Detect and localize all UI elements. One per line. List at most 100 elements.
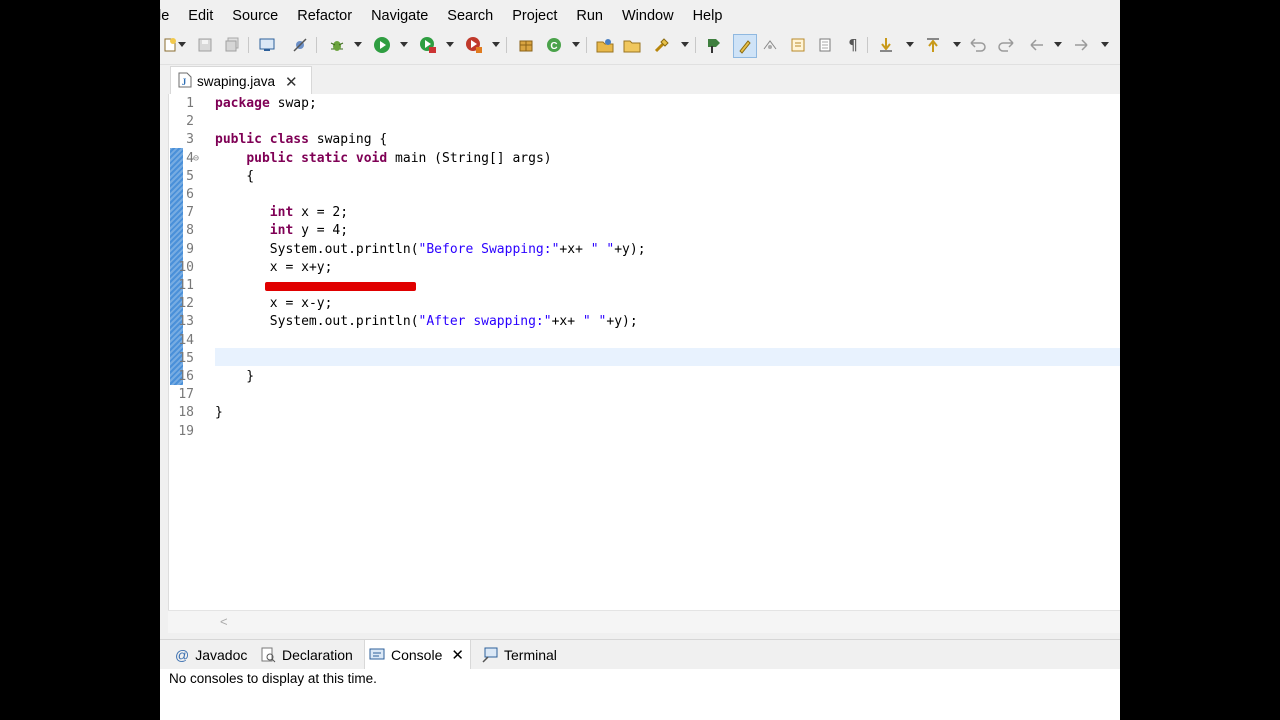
menu-search[interactable]: Search	[447, 8, 493, 24]
editor-tab-bar: J swaping.java ✕	[160, 64, 1120, 96]
code-line[interactable]: 7 int x = 2;	[169, 204, 1120, 222]
forward-icon[interactable]	[1072, 35, 1092, 55]
code-text: }	[215, 405, 223, 421]
run-icon[interactable]	[372, 35, 392, 55]
external-tools-dropdown-icon[interactable]	[492, 42, 500, 47]
code-line[interactable]: 19	[169, 423, 1120, 441]
last-edit-location-icon[interactable]	[968, 35, 988, 55]
mark-occurrences-icon[interactable]	[733, 34, 757, 58]
editor-tab-label: swaping.java	[197, 74, 276, 89]
forward-history-icon[interactable]	[996, 35, 1016, 55]
tab-console[interactable]: Console ✕	[364, 640, 471, 670]
code-line[interactable]: 10 x = x+y;	[169, 259, 1120, 277]
open-task-icon[interactable]	[622, 35, 642, 55]
previous-annotation-dropdown-icon[interactable]	[953, 42, 961, 47]
code-line[interactable]: 12 x = x-y;	[169, 295, 1120, 313]
code-text: int x = 2;	[269, 205, 349, 221]
line-number: 1	[186, 96, 194, 111]
line-number: 4	[186, 150, 194, 166]
new-java-class-icon[interactable]: C	[545, 35, 565, 55]
toggle-breadcrumb-icon[interactable]	[704, 35, 724, 55]
tab-terminal[interactable]: Terminal	[482, 640, 557, 670]
tab-declaration-label: Declaration	[282, 647, 353, 663]
skip-breakpoints-icon[interactable]	[290, 35, 310, 55]
menu-help[interactable]: Help	[693, 8, 723, 24]
menu-navigate[interactable]: Navigate	[371, 8, 428, 24]
toolbar-separator	[586, 37, 587, 53]
code-line[interactable]: 18}	[169, 404, 1120, 422]
code-line[interactable]: 5 {	[169, 168, 1120, 186]
forward-dropdown-icon[interactable]	[1101, 42, 1109, 47]
code-line[interactable]: 4 ⊖ public static void main (String[] arg…	[169, 150, 1120, 168]
back-dropdown-icon[interactable]	[1054, 42, 1062, 47]
horizontal-scrollbar[interactable]: <	[168, 610, 1120, 633]
scroll-left-icon[interactable]: <	[220, 614, 228, 629]
new-class-dropdown-icon[interactable]	[572, 42, 580, 47]
line-number: 16	[178, 369, 194, 384]
code-line[interactable]: 16 }	[169, 368, 1120, 386]
code-line[interactable]: 3 public class swaping {	[169, 131, 1120, 149]
previous-annotation-icon[interactable]	[924, 35, 944, 55]
code-editor[interactable]: 1 package swap; 2 3 public class swaping { 4 ⊖…	[168, 94, 1120, 610]
debug-icon[interactable]	[327, 35, 347, 55]
menu-refactor[interactable]: Refactor	[297, 8, 352, 24]
menu-file[interactable]: le	[160, 8, 169, 24]
code-line[interactable]: 9 System.out.println("Before Swapping:"+…	[169, 241, 1120, 259]
code-text: public class swaping {	[215, 132, 388, 148]
tab-javadoc[interactable]: @ Javadoc	[175, 640, 247, 670]
search-icon[interactable]	[652, 35, 672, 55]
code-line[interactable]: 15	[169, 350, 1120, 368]
code-line[interactable]: 2	[169, 113, 1120, 131]
line-number: 13	[178, 314, 194, 330]
next-annotation-dropdown-icon[interactable]	[906, 42, 914, 47]
fold-toggle-icon[interactable]: ⊖	[193, 150, 199, 168]
coverage-dropdown-icon[interactable]	[446, 42, 454, 47]
menu-project[interactable]: Project	[512, 8, 557, 24]
code-line[interactable]: 1 package swap;	[169, 95, 1120, 113]
code-line[interactable]: 17	[169, 386, 1120, 404]
block-selection-icon[interactable]	[815, 35, 835, 55]
run-coverage-icon[interactable]	[418, 35, 438, 55]
line-number: 18	[178, 405, 194, 421]
new-dropdown-icon[interactable]	[178, 42, 186, 47]
code-line[interactable]: 6	[169, 186, 1120, 204]
line-number: 8	[186, 223, 194, 239]
line-number: 3	[186, 132, 194, 148]
back-icon[interactable]	[1026, 35, 1046, 55]
menu-edit[interactable]: Edit	[188, 8, 213, 24]
run-dropdown-icon[interactable]	[400, 42, 408, 47]
console-message: No consoles to display at this time.	[169, 671, 377, 686]
bottom-panel-tab-bar: @ Javadoc Declaration Console ✕ Terminal	[160, 639, 1120, 670]
new-icon[interactable]	[160, 35, 180, 55]
save-icon[interactable]	[195, 35, 215, 55]
menu-source[interactable]: Source	[232, 8, 278, 24]
code-text: package swap;	[215, 96, 317, 111]
tab-javadoc-label: Javadoc	[195, 647, 248, 663]
code-line[interactable]: 13 System.out.println("After swapping:"+…	[169, 313, 1120, 331]
code-line[interactable]: 14	[169, 332, 1120, 350]
editor-tab-swaping-java[interactable]: J swaping.java ✕	[170, 66, 312, 96]
toggle-block-selection-icon[interactable]	[760, 35, 780, 55]
toolbar-separator	[316, 37, 317, 53]
eclipse-window: le Edit Source Refactor Navigate Search …	[160, 0, 1120, 720]
new-java-package-icon[interactable]	[516, 35, 536, 55]
declaration-icon	[260, 647, 276, 663]
menu-window[interactable]: Window	[622, 8, 674, 24]
close-icon[interactable]: ✕	[451, 646, 464, 664]
close-icon[interactable]: ✕	[285, 73, 298, 91]
menu-run[interactable]: Run	[576, 8, 603, 24]
line-number: 15	[178, 350, 194, 366]
open-type-icon[interactable]	[595, 35, 615, 55]
tab-declaration[interactable]: Declaration	[260, 640, 353, 670]
code-line[interactable]: 8 int y = 4;	[169, 222, 1120, 240]
show-whitespace-icon[interactable]	[788, 35, 808, 55]
search-dropdown-icon[interactable]	[681, 42, 689, 47]
console-view[interactable]: No consoles to display at this time.	[160, 669, 1120, 720]
toolbar-separator	[506, 37, 507, 53]
debug-dropdown-icon[interactable]	[354, 42, 362, 47]
next-annotation-icon[interactable]	[877, 35, 897, 55]
external-tools-icon[interactable]	[464, 35, 484, 55]
pilcrow-icon[interactable]: ¶	[843, 35, 863, 55]
terminal-icon[interactable]	[257, 35, 277, 55]
save-all-icon[interactable]	[222, 35, 242, 55]
